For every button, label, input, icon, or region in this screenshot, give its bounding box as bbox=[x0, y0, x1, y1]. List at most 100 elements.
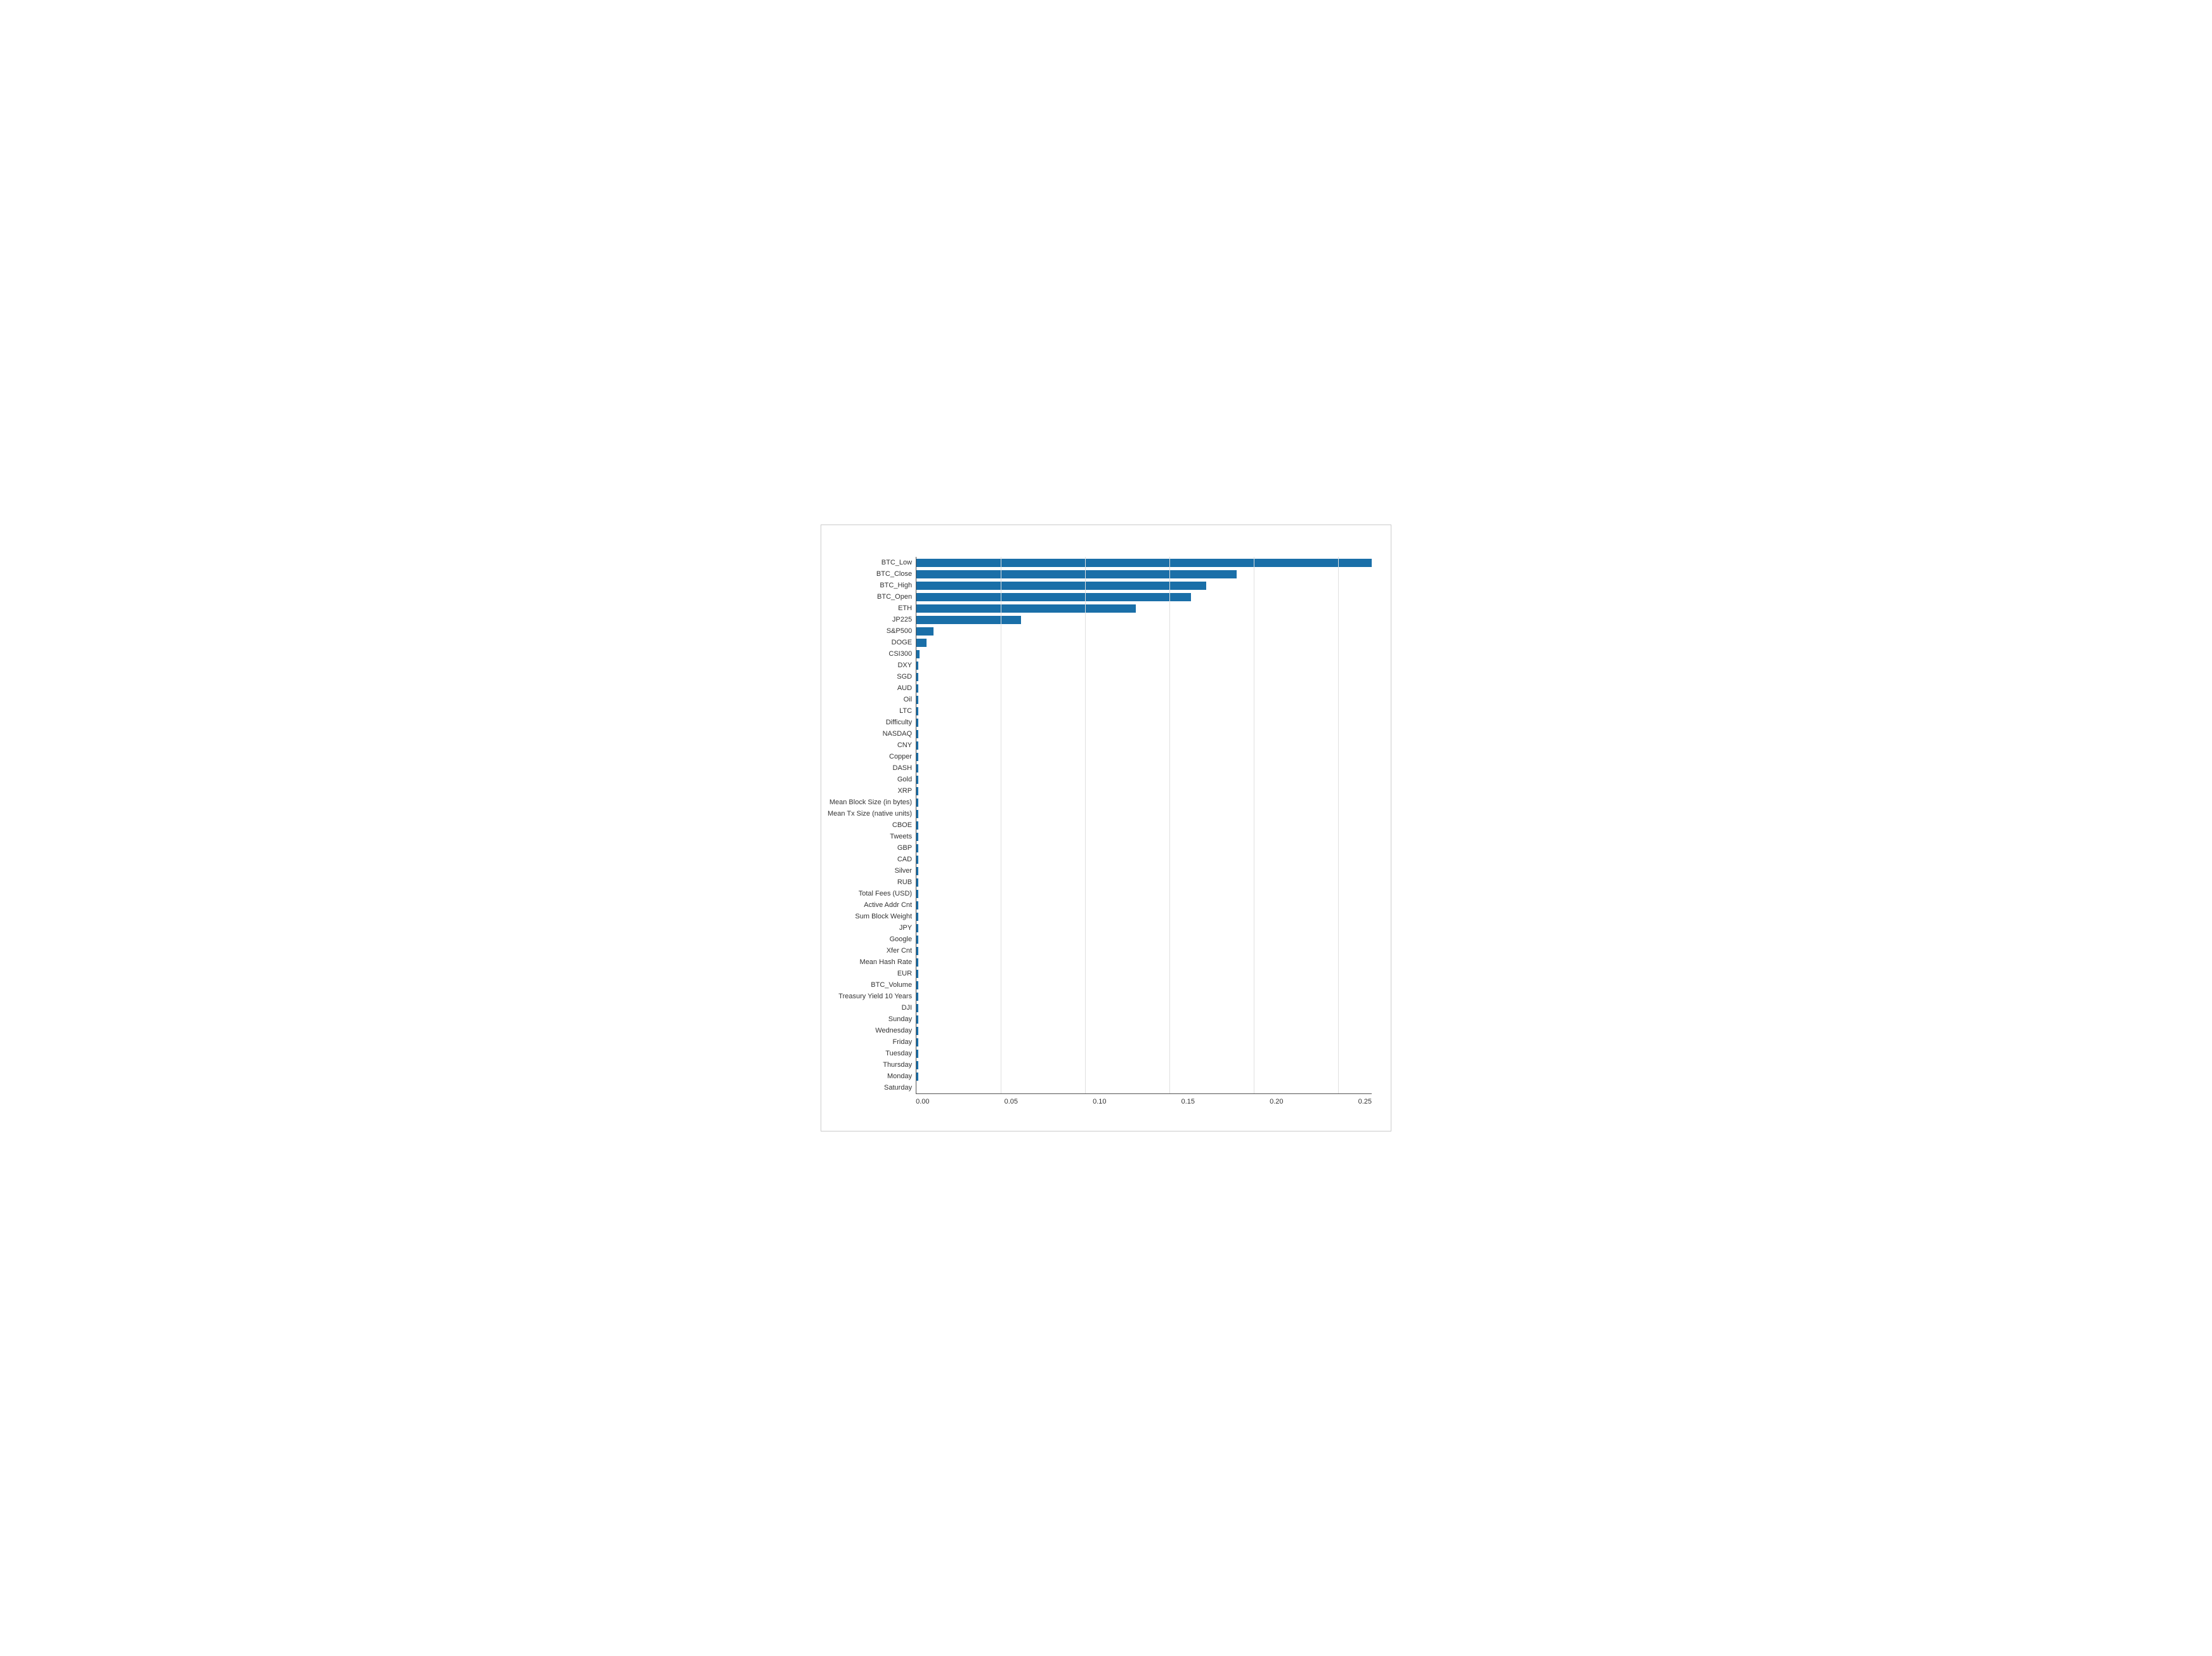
bar-row bbox=[916, 705, 1372, 717]
y-label: Friday bbox=[893, 1036, 913, 1048]
bar-row bbox=[916, 819, 1372, 831]
bar bbox=[916, 582, 1206, 590]
bars-wrapper bbox=[916, 557, 1372, 1093]
y-label: Tweets bbox=[890, 831, 912, 842]
y-label: Wednesday bbox=[875, 1025, 912, 1036]
bar-row bbox=[916, 945, 1372, 956]
bar bbox=[916, 1050, 918, 1058]
y-label: BTC_Volume bbox=[871, 979, 912, 991]
bar bbox=[916, 662, 918, 670]
plot-area bbox=[916, 557, 1372, 1094]
bar bbox=[916, 1072, 918, 1081]
bar-row bbox=[916, 557, 1372, 568]
bar bbox=[916, 844, 918, 852]
y-axis-labels: BTC_LowBTC_CloseBTC_HighBTC_OpenETHJP225… bbox=[828, 557, 916, 1105]
bar-row bbox=[916, 637, 1372, 648]
bar-row bbox=[916, 979, 1372, 991]
y-label: BTC_Open bbox=[877, 591, 912, 603]
y-label: DOGE bbox=[892, 637, 912, 648]
x-tick: 0.00 bbox=[916, 1098, 929, 1105]
y-label: Monday bbox=[887, 1071, 912, 1082]
bar bbox=[916, 593, 1191, 601]
y-label: DASH bbox=[893, 762, 913, 774]
bar-row bbox=[916, 877, 1372, 888]
y-label: BTC_High bbox=[880, 580, 912, 591]
y-label: EUR bbox=[897, 968, 912, 979]
x-tick: 0.25 bbox=[1358, 1098, 1372, 1105]
y-label: Treasury Yield 10 Years bbox=[838, 991, 912, 1002]
bar bbox=[916, 741, 918, 750]
bar-row bbox=[916, 1059, 1372, 1071]
y-label: GBP bbox=[897, 842, 912, 854]
bar-row bbox=[916, 717, 1372, 728]
bar bbox=[916, 707, 918, 715]
y-label: CAD bbox=[897, 854, 912, 865]
bar-row bbox=[916, 762, 1372, 774]
y-label: Mean Tx Size (native units) bbox=[828, 808, 912, 819]
bar-row bbox=[916, 568, 1372, 580]
bar-row bbox=[916, 968, 1372, 979]
bar bbox=[916, 650, 920, 658]
y-label: JP225 bbox=[892, 614, 912, 625]
y-label: SGD bbox=[897, 671, 912, 682]
y-label: Oil bbox=[904, 694, 912, 705]
bar-row bbox=[916, 1082, 1372, 1093]
bar bbox=[916, 1015, 918, 1024]
bar bbox=[916, 627, 934, 636]
bar-row bbox=[916, 580, 1372, 591]
y-label: Total Fees (USD) bbox=[859, 888, 912, 899]
bar bbox=[916, 947, 918, 955]
bar bbox=[916, 913, 918, 921]
bar bbox=[916, 958, 918, 967]
bar bbox=[916, 570, 1237, 578]
y-label: Google bbox=[890, 934, 912, 945]
bar-row bbox=[916, 682, 1372, 694]
y-label: CBOE bbox=[892, 819, 912, 831]
bar-row bbox=[916, 899, 1372, 911]
bar-row bbox=[916, 831, 1372, 842]
y-label: Mean Block Size (in bytes) bbox=[829, 797, 912, 808]
bar bbox=[916, 901, 918, 909]
bar bbox=[916, 673, 918, 681]
bar bbox=[916, 878, 918, 887]
y-label: Active Addr Cnt bbox=[864, 899, 912, 911]
y-label: CNY bbox=[897, 740, 912, 751]
bar-row bbox=[916, 774, 1372, 785]
bar-row bbox=[916, 991, 1372, 1002]
y-label: Sunday bbox=[888, 1014, 912, 1025]
y-label: Silver bbox=[895, 865, 913, 877]
bar bbox=[916, 764, 918, 773]
bar bbox=[916, 890, 918, 898]
bar bbox=[916, 867, 918, 875]
bar bbox=[916, 1027, 918, 1035]
bar bbox=[916, 1004, 918, 1012]
bar bbox=[916, 856, 918, 864]
bar bbox=[916, 833, 918, 841]
bar-row bbox=[916, 728, 1372, 740]
bar-row bbox=[916, 660, 1372, 671]
y-label: BTC_Low bbox=[882, 557, 912, 568]
bar-row bbox=[916, 808, 1372, 819]
bar-row bbox=[916, 865, 1372, 877]
bar-row bbox=[916, 842, 1372, 854]
bar-row bbox=[916, 625, 1372, 637]
y-label: Copper bbox=[889, 751, 912, 762]
y-label: NASDAQ bbox=[883, 728, 912, 740]
bar-row bbox=[916, 934, 1372, 945]
y-label: JPY bbox=[899, 922, 912, 934]
bar bbox=[916, 924, 918, 932]
bar-row bbox=[916, 854, 1372, 865]
bar-row bbox=[916, 1071, 1372, 1082]
bar bbox=[916, 993, 918, 1001]
bar bbox=[916, 753, 918, 761]
x-tick: 0.10 bbox=[1093, 1098, 1106, 1105]
x-axis: 0.000.050.100.150.200.25 bbox=[916, 1098, 1372, 1105]
bar bbox=[916, 1061, 918, 1069]
y-label: Thursday bbox=[883, 1059, 912, 1071]
bar bbox=[916, 604, 1136, 613]
y-label: DJI bbox=[902, 1002, 913, 1014]
y-label: Xfer Cnt bbox=[887, 945, 912, 956]
bar bbox=[916, 787, 918, 795]
bar bbox=[916, 730, 918, 738]
y-label: AUD bbox=[897, 682, 912, 694]
